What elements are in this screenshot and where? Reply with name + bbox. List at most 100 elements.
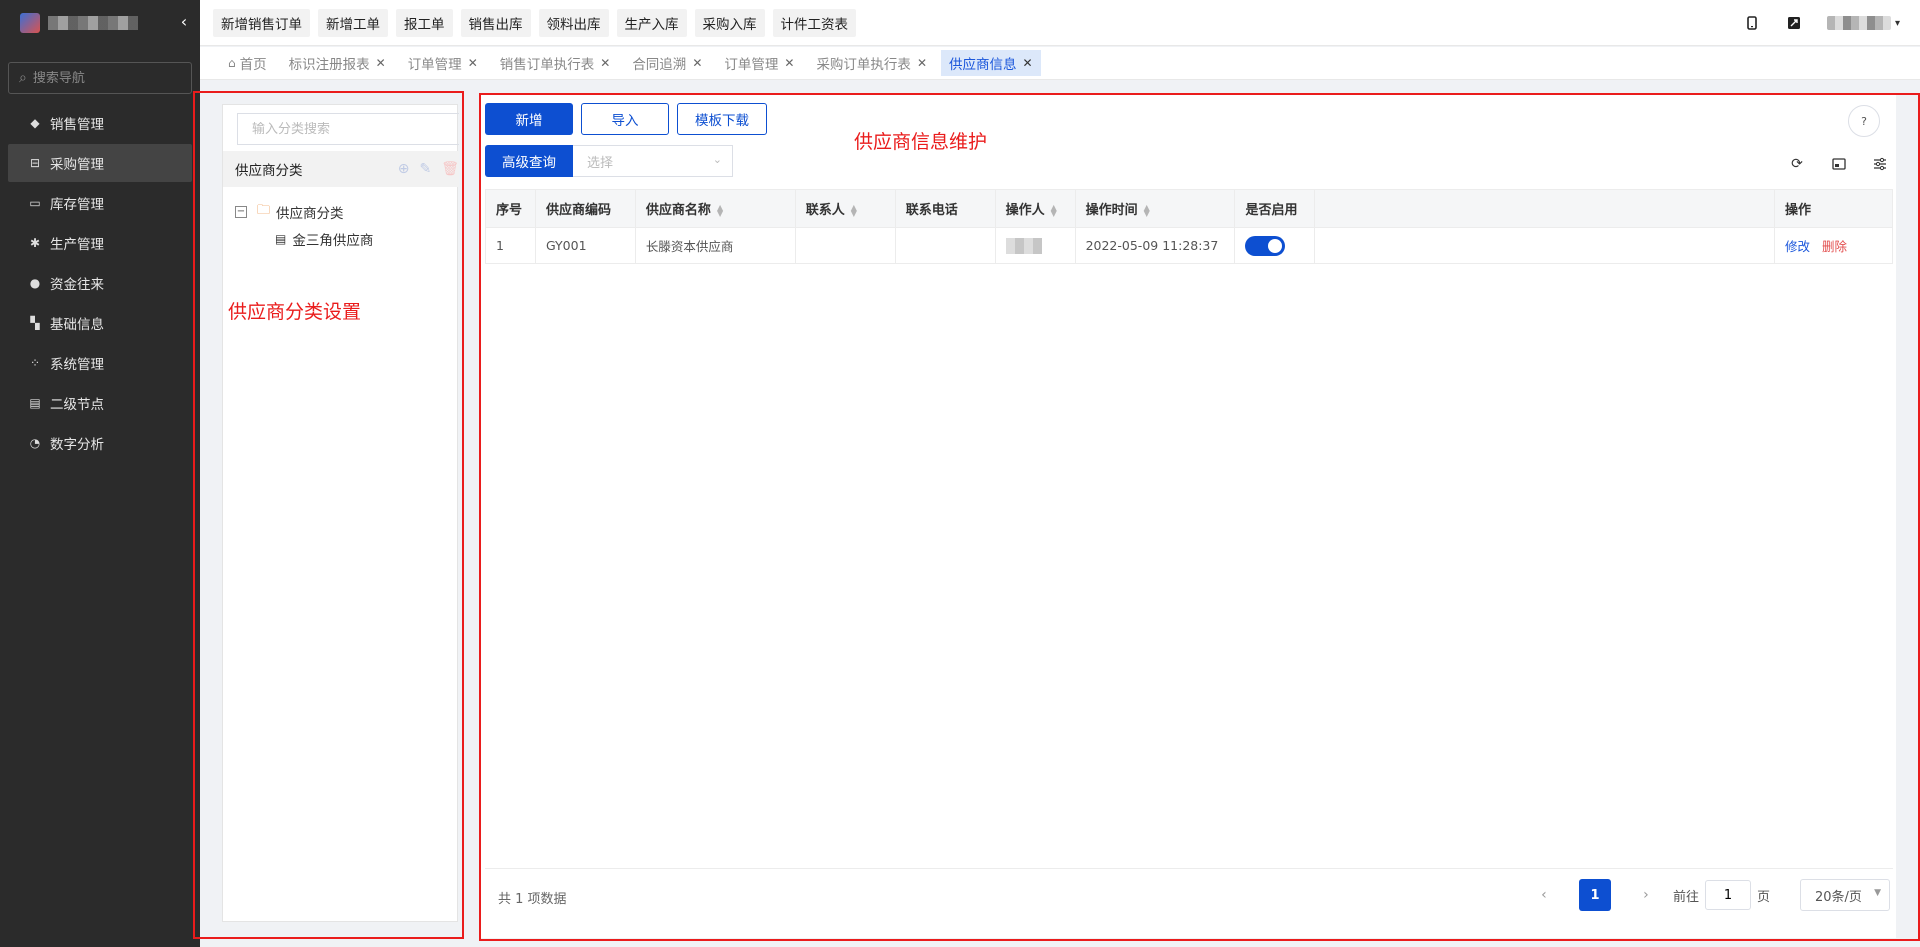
category-search[interactable] xyxy=(237,113,459,145)
add-button[interactable]: 新增 xyxy=(485,103,573,135)
sidebar-item-funds[interactable]: ● 资金往来 xyxy=(8,264,192,302)
nav-search-input[interactable] xyxy=(32,70,173,86)
cell-name: 长滕资本供应商 xyxy=(634,227,796,264)
tree-node-root[interactable]: − 🗀 供应商分类 xyxy=(235,201,344,223)
col-contact[interactable]: 联系人 ▲ ▼ xyxy=(794,189,896,228)
trash-icon[interactable]: 🗑 xyxy=(441,161,459,177)
sidebar-item-purchase[interactable]: ⊟ 采购管理 xyxy=(8,144,192,182)
column-settings-icon[interactable] xyxy=(1871,155,1889,173)
quick-piece-wage-button[interactable]: 计件工资表 xyxy=(772,8,856,37)
density-icon[interactable] xyxy=(1830,155,1848,173)
cell-code: GY001 xyxy=(534,227,636,264)
app-name-blurred xyxy=(48,16,138,30)
edit-icon[interactable]: ✎ xyxy=(419,161,431,177)
import-button[interactable]: 导入 xyxy=(581,103,669,135)
next-page-icon[interactable]: › xyxy=(1631,887,1661,903)
close-icon[interactable]: ✕ xyxy=(468,56,478,70)
delete-link[interactable]: 删除 xyxy=(1822,239,1847,254)
tab-label: 合同追溯 xyxy=(632,57,687,73)
total-count: 共 1 项数据 xyxy=(498,892,567,907)
chevron-left-icon[interactable]: ‹ xyxy=(174,12,194,32)
enabled-toggle[interactable] xyxy=(1245,235,1286,256)
col-index: 序号 xyxy=(485,189,536,228)
sort-icon[interactable]: ▲ ▼ xyxy=(1051,203,1057,217)
sidebar-item-basic-info[interactable]: ▚ 基础信息 xyxy=(8,304,192,342)
edit-link[interactable]: 修改 xyxy=(1785,239,1810,254)
sidebar-item-sales[interactable]: ◆ 销售管理 xyxy=(8,104,192,142)
quick-sales-outbound-button[interactable]: 销售出库 xyxy=(460,8,531,37)
quick-purchase-inbound-button[interactable]: 采购入库 xyxy=(694,8,765,37)
quick-new-sales-order-button[interactable]: 新增销售订单 xyxy=(213,8,310,37)
cart-icon: ⊟ xyxy=(29,156,41,170)
cell-operator xyxy=(994,227,1076,264)
quick-production-inbound-button[interactable]: 生产入库 xyxy=(616,8,687,37)
close-icon[interactable]: ✕ xyxy=(376,56,386,70)
tab-label: 销售订单执行表 xyxy=(499,57,595,73)
tab-supplier-info[interactable]: 供应商信息 ✕ xyxy=(941,50,1041,76)
query-select[interactable]: 选择 ⌄ xyxy=(573,145,733,177)
chevron-down-icon: ⌄ xyxy=(712,153,722,166)
tab-label: 标识注册报表 xyxy=(288,57,370,73)
cell-index: 1 xyxy=(485,227,536,264)
sidebar-item-second-level[interactable]: ▤ 二级节点 xyxy=(8,384,192,422)
tab-contract-trace[interactable]: 合同追溯 ✕ xyxy=(624,50,710,76)
sidebar-item-label: 采购管理 xyxy=(50,157,104,173)
quick-work-report-button[interactable]: 报工单 xyxy=(396,8,453,37)
help-icon[interactable]: ? xyxy=(1848,105,1880,137)
nav-search[interactable]: ⌕ xyxy=(8,62,192,94)
tab-identifier-report[interactable]: 标识注册报表 ✕ xyxy=(281,50,394,76)
quick-material-outbound-button[interactable]: 领料出库 xyxy=(538,8,609,37)
page-size-select[interactable]: 20条/页 ▼ xyxy=(1800,879,1890,911)
sidebar-item-production[interactable]: ✱ 生产管理 xyxy=(8,224,192,262)
footer-divider xyxy=(485,868,1893,869)
sidebar: ‹ ⌕ ◆ 销售管理 ⊟ 采购管理 ▭ 库存管理 ✱ 生产管理 ● 资金往来 ▚… xyxy=(0,0,200,947)
prev-page-icon[interactable]: ‹ xyxy=(1529,887,1559,903)
user-menu[interactable]: ▾ xyxy=(1826,16,1900,30)
tab-home[interactable]: ⌂ 首页 xyxy=(220,50,275,76)
category-header: 供应商分类 ⊕ ✎ 🗑 xyxy=(223,151,459,187)
template-download-button[interactable]: 模板下载 xyxy=(677,103,767,135)
annotation-label-supplier: 供应商信息维护 xyxy=(854,131,988,153)
refresh-icon[interactable]: ⟳ xyxy=(1788,155,1806,173)
category-panel: 供应商分类 ⊕ ✎ 🗑 − 🗀 供应商分类 ▤ 金三角供应商 xyxy=(222,104,459,922)
sidebar-item-inventory[interactable]: ▭ 库存管理 xyxy=(8,184,192,222)
box-icon: ▭ xyxy=(29,196,41,210)
sort-icon[interactable]: ▲ ▼ xyxy=(1144,203,1150,217)
coin-icon: ● xyxy=(29,276,41,290)
col-operator[interactable]: 操作人 ▲ ▼ xyxy=(994,189,1076,228)
close-icon[interactable]: ✕ xyxy=(692,56,702,70)
col-time[interactable]: 操作时间 ▲ ▼ xyxy=(1074,189,1236,228)
fullscreen-icon[interactable] xyxy=(1785,14,1803,32)
sidebar-item-label: 二级节点 xyxy=(50,397,104,413)
tree-node-child[interactable]: ▤ 金三角供应商 xyxy=(275,229,373,249)
close-icon[interactable]: ✕ xyxy=(600,56,610,70)
page-number-current[interactable]: 1 xyxy=(1578,879,1611,911)
goto-page-input[interactable] xyxy=(1704,880,1751,910)
category-search-input[interactable] xyxy=(252,121,442,137)
close-icon[interactable]: ✕ xyxy=(917,56,927,70)
tab-purchase-order-execution[interactable]: 采购订单执行表 ✕ xyxy=(808,50,935,76)
cell-time: 2022-05-09 11:28:37 xyxy=(1074,227,1236,264)
tab-order-management[interactable]: 订单管理 ✕ xyxy=(400,50,486,76)
mobile-icon[interactable] xyxy=(1743,14,1761,32)
sidebar-item-label: 基础信息 xyxy=(50,317,104,333)
collapse-icon[interactable]: − xyxy=(235,206,247,218)
add-circle-icon[interactable]: ⊕ xyxy=(398,161,410,177)
advanced-query-button[interactable]: 高级查询 xyxy=(485,145,573,177)
pie-icon: ◔ xyxy=(29,436,41,450)
tab-sales-order-execution[interactable]: 销售订单执行表 ✕ xyxy=(492,50,619,76)
tab-order-management-2[interactable]: 订单管理 ✕ xyxy=(716,50,802,76)
chevron-down-icon: ▼ xyxy=(1874,888,1881,898)
close-icon[interactable]: ✕ xyxy=(784,56,794,70)
sort-icon[interactable]: ▲ ▼ xyxy=(851,203,857,217)
quick-new-work-order-button[interactable]: 新增工单 xyxy=(318,8,388,37)
tab-label: 订单管理 xyxy=(724,57,779,73)
close-icon[interactable]: ✕ xyxy=(1023,56,1033,70)
sort-icon[interactable]: ▲ ▼ xyxy=(717,203,723,217)
col-phone: 联系电话 xyxy=(894,189,996,228)
sidebar-item-system[interactable]: ⁘ 系统管理 xyxy=(8,344,192,382)
col-name[interactable]: 供应商名称 ▲ ▼ xyxy=(634,189,796,228)
sidebar-item-label: 系统管理 xyxy=(50,357,104,373)
sidebar-item-analytics[interactable]: ◔ 数字分析 xyxy=(8,424,192,462)
tag-icon: ◆ xyxy=(30,116,40,130)
